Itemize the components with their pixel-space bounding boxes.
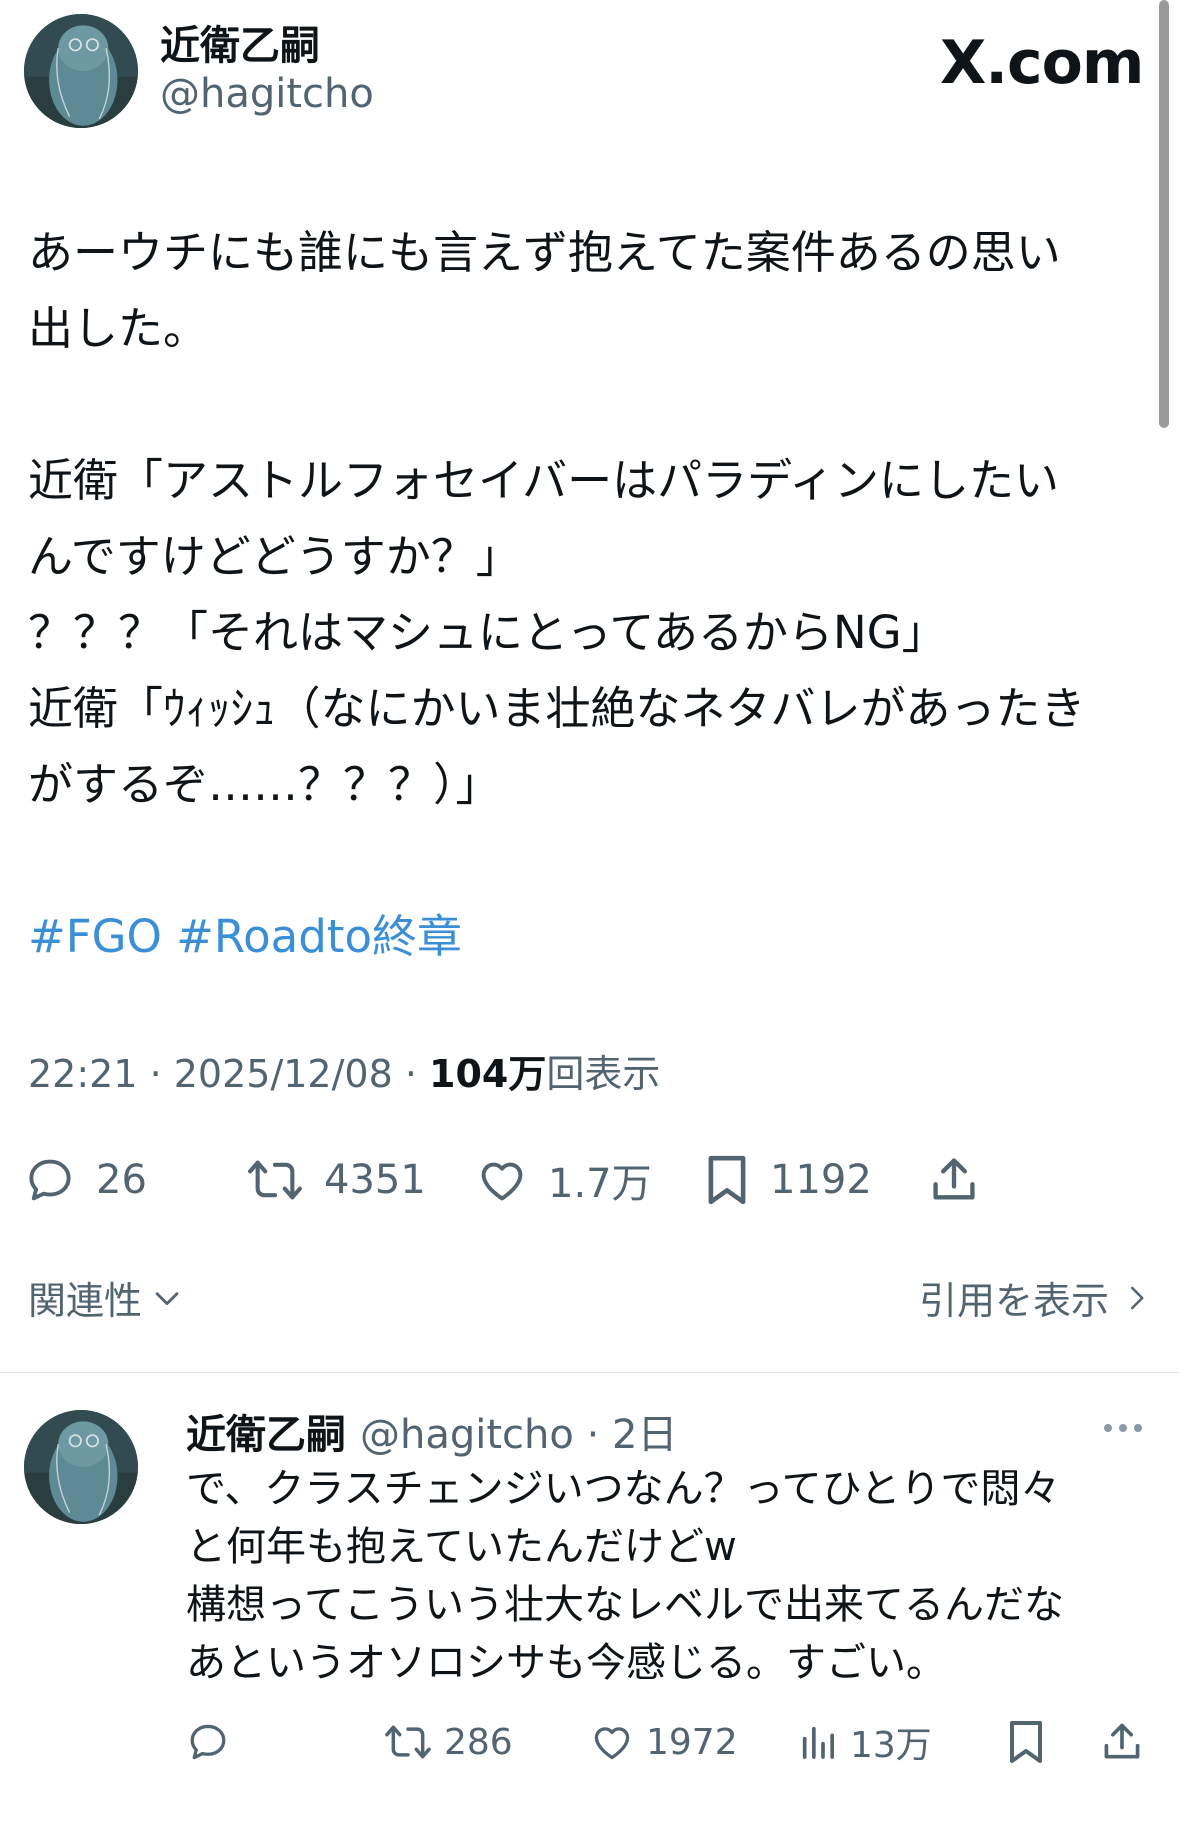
views-icon bbox=[802, 1726, 834, 1759]
tweet-line: あーウチにも誰にも言えず抱えてた案件あるの思い bbox=[28, 226, 1061, 279]
view-quotes-label: 引用を表示 bbox=[918, 1279, 1109, 1323]
bookmark-icon bbox=[708, 1155, 746, 1205]
reply-text: で、クラスチェンジいつなん？ってひとりで悶々 と何年も抱えていたんだけどw 構想… bbox=[186, 1460, 1146, 1692]
reply-actions: 286 1972 13万 bbox=[0, 1712, 1179, 1772]
like-icon bbox=[481, 1162, 523, 1201]
reply-bookmark-button[interactable] bbox=[1006, 1712, 1046, 1772]
retweet-icon bbox=[248, 1160, 302, 1200]
hashtags[interactable]: #FGO #Roadto終章 bbox=[28, 899, 1158, 975]
like-icon bbox=[594, 1727, 630, 1760]
reply-view-count: 13万 bbox=[850, 1725, 932, 1766]
sort-relevance-button[interactable]: 関連性 bbox=[28, 1270, 184, 1325]
author-handle[interactable]: @hagitcho bbox=[160, 70, 374, 118]
tweet-meta: 22:21 · 2025/12/08 · 104万回表示 bbox=[28, 1048, 660, 1100]
reply-header: 近衛乙嗣 @hagitcho · 2日 bbox=[186, 1402, 677, 1460]
tweet-line: ？？？「それはマシュにとってあるからNG」 bbox=[28, 606, 947, 659]
retweet-icon bbox=[385, 1725, 431, 1759]
chevron-down-icon bbox=[155, 1291, 179, 1305]
reply-line: あというオソロシサも今感じる。すごい。 bbox=[186, 1640, 946, 1686]
view-quotes-link[interactable]: 引用を表示 bbox=[919, 1270, 1151, 1325]
reply-reply-button[interactable] bbox=[186, 1712, 230, 1772]
tweet-line: 近衛「ｳｨｯｼｭ（なにかいま壮絶なネタバレがあったき bbox=[28, 682, 1086, 735]
avatar[interactable] bbox=[24, 14, 138, 128]
view-label: 回表示 bbox=[546, 1052, 661, 1096]
tweet-line: がするぞ……？？？）」 bbox=[28, 758, 501, 811]
x-logo: X.com bbox=[940, 28, 1144, 98]
chevron-right-icon bbox=[1131, 1286, 1144, 1309]
bookmark-button[interactable]: 1192 bbox=[704, 1145, 872, 1215]
reply-line: と何年も抱えていたんだけどw bbox=[186, 1524, 737, 1570]
reply-line: 構想ってこういう壮大なレベルで出来てるんだな bbox=[186, 1582, 1064, 1628]
retweet-count: 4351 bbox=[324, 1157, 426, 1203]
scrollbar[interactable] bbox=[1159, 0, 1169, 428]
tweet-text: あーウチにも誰にも言えず抱えてた案件あるの思い 出した。 近衛「アストルフォセイ… bbox=[28, 215, 1158, 975]
tweet-line: んですけどどうすか？」 bbox=[28, 530, 521, 583]
view-count: 104万 bbox=[429, 1052, 547, 1096]
author-name[interactable]: 近衛乙嗣 bbox=[160, 22, 320, 70]
reply-share-button[interactable] bbox=[1100, 1712, 1144, 1772]
share-icon bbox=[933, 1158, 975, 1200]
tweet-line: 出した。 bbox=[28, 302, 209, 355]
reply-avatar[interactable] bbox=[24, 1410, 138, 1524]
bookmark-count: 1192 bbox=[770, 1157, 872, 1203]
reply-like-count: 1972 bbox=[646, 1721, 738, 1763]
tweet-actions: 26 4351 1.7万 1192 bbox=[0, 1145, 1179, 1215]
reply-author-name[interactable]: 近衛乙嗣 bbox=[186, 1402, 346, 1460]
more-icon[interactable] bbox=[1104, 1424, 1142, 1432]
bookmark-icon bbox=[1010, 1721, 1042, 1763]
tweet-line: 近衛「アストルフォセイバーはパラディンにしたい bbox=[28, 454, 1059, 507]
reply-handle-time[interactable]: @hagitcho · 2日 bbox=[360, 1402, 677, 1460]
retweet-button[interactable]: 4351 bbox=[246, 1145, 426, 1215]
reply-count: 26 bbox=[96, 1157, 147, 1203]
tweet-screenshot: 近衛乙嗣 @hagitcho X.com あーウチにも誰にも言えず抱えてた案件あ… bbox=[0, 0, 1179, 1829]
share-button[interactable] bbox=[928, 1145, 980, 1215]
like-count: 1.7万 bbox=[548, 1161, 652, 1207]
reply-retweet-button[interactable]: 286 bbox=[384, 1712, 513, 1772]
reply-like-button[interactable]: 1972 bbox=[590, 1712, 738, 1772]
reply-icon bbox=[29, 1159, 71, 1201]
reply-button[interactable]: 26 bbox=[24, 1145, 147, 1215]
reply-filter-row: 関連性 引用を表示 bbox=[0, 1270, 1179, 1330]
reply-views-button[interactable]: 13万 bbox=[798, 1712, 932, 1772]
reply-retweet-count: 286 bbox=[444, 1721, 513, 1763]
reply-icon bbox=[190, 1724, 226, 1760]
sort-label: 関連性 bbox=[28, 1279, 143, 1323]
divider bbox=[0, 1372, 1179, 1373]
like-button[interactable]: 1.7万 bbox=[476, 1145, 652, 1215]
timestamp[interactable]: 22:21 · 2025/12/08 · bbox=[28, 1052, 429, 1096]
share-icon bbox=[1104, 1723, 1140, 1759]
reply-line: で、クラスチェンジいつなん？ってひとりで悶々 bbox=[186, 1466, 1061, 1512]
